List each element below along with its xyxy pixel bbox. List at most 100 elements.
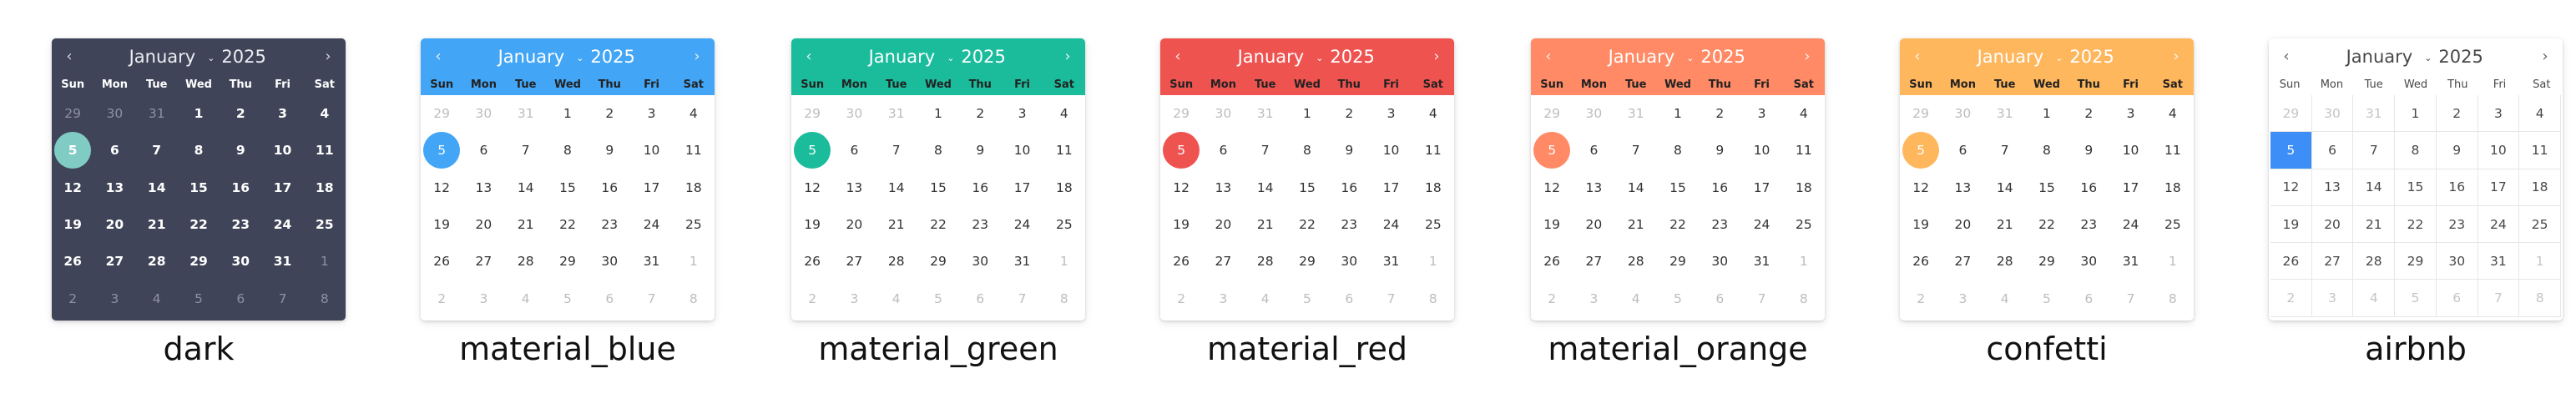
day-cell[interactable]: 8 — [2519, 280, 2561, 317]
day-cell[interactable]: 15 — [178, 169, 220, 206]
day-cell[interactable]: 14 — [1615, 169, 1657, 206]
day-cell[interactable]: 14 — [505, 169, 547, 206]
day-cell[interactable]: 18 — [304, 169, 346, 206]
day-cell[interactable]: 2 — [2270, 280, 2312, 317]
day-cell[interactable]: 27 — [462, 243, 504, 280]
day-cell[interactable]: 4 — [136, 280, 178, 316]
day-cell[interactable]: 24 — [2478, 205, 2520, 244]
day-cell[interactable]: 1 — [917, 95, 959, 132]
day-cell[interactable]: 3 — [462, 280, 504, 316]
day-cell[interactable]: 26 — [1900, 243, 1942, 280]
day-cell[interactable]: 10 — [630, 132, 672, 169]
day-cell[interactable]: 1 — [178, 95, 220, 132]
day-cell[interactable]: 27 — [93, 243, 135, 280]
day-cell[interactable]: 19 — [2270, 205, 2312, 244]
day-cell[interactable]: 15 — [547, 169, 588, 206]
day-cell[interactable]: 14 — [136, 169, 178, 206]
day-cell[interactable]: 15 — [917, 169, 959, 206]
day-cell[interactable]: 9 — [1699, 132, 1740, 169]
day-cell[interactable]: 20 — [462, 206, 504, 243]
month-select[interactable]: January ⌄ — [1977, 47, 2063, 67]
day-cell[interactable]: 4 — [1245, 280, 1286, 316]
day-cell[interactable]: 3 — [1001, 95, 1043, 132]
day-cell-selected[interactable]: 5 — [421, 132, 462, 169]
day-cell[interactable]: 4 — [1984, 280, 2026, 316]
day-cell[interactable]: 3 — [630, 95, 672, 132]
day-cell[interactable]: 27 — [833, 243, 875, 280]
day-cell[interactable]: 9 — [1328, 132, 1370, 169]
day-cell[interactable]: 3 — [93, 280, 135, 316]
day-cell[interactable]: 2 — [52, 280, 93, 316]
day-cell[interactable]: 7 — [505, 132, 547, 169]
prev-month-icon[interactable]: ‹ — [2277, 48, 2296, 66]
day-cell[interactable]: 3 — [1942, 280, 1983, 316]
day-cell[interactable]: 5 — [178, 280, 220, 316]
day-cell[interactable]: 3 — [261, 95, 303, 132]
day-cell[interactable]: 11 — [2152, 132, 2194, 169]
day-cell[interactable]: 4 — [2519, 95, 2561, 133]
prev-month-icon[interactable]: ‹ — [60, 48, 78, 66]
day-cell[interactable]: 12 — [1531, 169, 1573, 206]
day-cell[interactable]: 4 — [304, 95, 346, 132]
day-cell[interactable]: 9 — [959, 132, 1001, 169]
day-cell[interactable]: 31 — [1245, 95, 1286, 132]
month-select[interactable]: January ⌄ — [2346, 47, 2432, 67]
day-cell[interactable]: 16 — [2068, 169, 2109, 206]
day-cell[interactable]: 2 — [1531, 280, 1573, 316]
day-cell[interactable]: 5 — [547, 280, 588, 316]
day-cell[interactable]: 31 — [1740, 243, 1782, 280]
next-month-icon[interactable]: › — [319, 48, 337, 66]
day-cell[interactable]: 21 — [136, 206, 178, 243]
day-cell[interactable]: 12 — [52, 169, 93, 206]
day-cell[interactable]: 7 — [1370, 280, 1412, 316]
day-cell[interactable]: 31 — [136, 95, 178, 132]
day-cell[interactable]: 22 — [547, 206, 588, 243]
day-cell[interactable]: 30 — [833, 95, 875, 132]
year-input[interactable]: 2025 — [1700, 47, 1747, 67]
day-cell[interactable]: 13 — [1202, 169, 1244, 206]
day-cell[interactable]: 10 — [1740, 132, 1782, 169]
day-cell[interactable]: 23 — [2068, 206, 2109, 243]
day-cell[interactable]: 25 — [673, 206, 715, 243]
day-cell[interactable]: 4 — [1412, 95, 1454, 132]
day-cell[interactable]: 7 — [1001, 280, 1043, 316]
day-cell[interactable]: 8 — [673, 280, 715, 316]
day-cell[interactable]: 4 — [2353, 280, 2396, 317]
day-cell[interactable]: 28 — [505, 243, 547, 280]
day-cell[interactable]: 2 — [2068, 95, 2109, 132]
day-cell[interactable]: 17 — [1370, 169, 1412, 206]
day-cell[interactable]: 30 — [1942, 95, 1983, 132]
day-cell[interactable]: 8 — [917, 132, 959, 169]
day-cell[interactable]: 28 — [876, 243, 917, 280]
day-cell[interactable]: 12 — [2270, 169, 2312, 206]
day-cell[interactable]: 19 — [791, 206, 833, 243]
year-input[interactable]: 2025 — [2438, 47, 2485, 67]
day-cell[interactable]: 19 — [421, 206, 462, 243]
day-cell[interactable]: 29 — [1286, 243, 1328, 280]
day-cell[interactable]: 23 — [2436, 205, 2478, 244]
day-cell[interactable]: 17 — [2109, 169, 2151, 206]
day-cell[interactable]: 16 — [1699, 169, 1740, 206]
day-cell[interactable]: 1 — [2152, 243, 2194, 280]
month-select[interactable]: January ⌄ — [1609, 47, 1695, 67]
day-cell[interactable]: 8 — [1286, 132, 1328, 169]
day-cell[interactable]: 10 — [1001, 132, 1043, 169]
day-cell[interactable]: 25 — [2152, 206, 2194, 243]
day-cell-selected[interactable]: 5 — [1531, 132, 1573, 169]
day-cell[interactable]: 21 — [505, 206, 547, 243]
day-cell[interactable]: 28 — [1245, 243, 1286, 280]
next-month-icon[interactable]: › — [688, 48, 706, 66]
day-cell[interactable]: 1 — [547, 95, 588, 132]
day-cell[interactable]: 25 — [1043, 206, 1085, 243]
day-cell[interactable]: 24 — [1370, 206, 1412, 243]
day-cell[interactable]: 20 — [93, 206, 135, 243]
day-cell[interactable]: 1 — [1412, 243, 1454, 280]
day-cell[interactable]: 22 — [1657, 206, 1699, 243]
day-cell[interactable]: 8 — [1783, 280, 1825, 316]
day-cell[interactable]: 30 — [959, 243, 1001, 280]
day-cell-selected[interactable]: 5 — [1160, 132, 1202, 169]
day-cell[interactable]: 2 — [1328, 95, 1370, 132]
day-cell[interactable]: 11 — [1412, 132, 1454, 169]
day-cell[interactable]: 23 — [220, 206, 261, 243]
day-cell[interactable]: 12 — [1160, 169, 1202, 206]
